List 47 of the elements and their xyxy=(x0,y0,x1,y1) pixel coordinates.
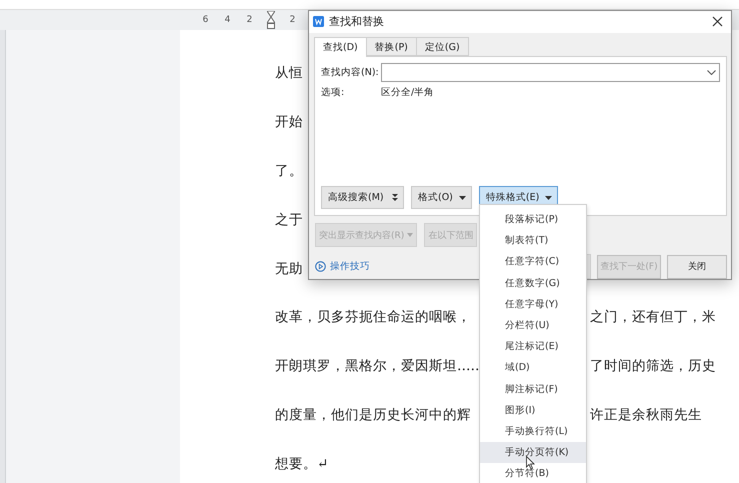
tab[interactable]: 定位(G) xyxy=(416,36,469,56)
format-button[interactable]: 格式(O) xyxy=(411,186,472,209)
document-text: 改革，贝多芬扼住命运的咽喉， xyxy=(275,308,471,326)
play-circle-icon xyxy=(315,261,326,272)
menu-item[interactable]: 分栏符(U) xyxy=(480,314,586,336)
field-label: 查找内容(N): xyxy=(321,66,380,79)
caret-icon xyxy=(545,196,552,200)
tab[interactable]: 替换(P) xyxy=(366,36,417,56)
document-text: 了。 xyxy=(275,162,303,180)
options-label: 选项: xyxy=(321,86,346,99)
menu-item[interactable]: 分节符(B) xyxy=(480,463,586,483)
menu-item[interactable]: 任意数字(G) xyxy=(480,272,586,294)
ruler-number: 2 xyxy=(288,15,296,25)
dialog-button[interactable]: 关闭 xyxy=(667,254,727,278)
menu-item[interactable]: 任意字母(Y) xyxy=(480,294,586,315)
menu-item[interactable]: 任意字符(C) xyxy=(480,251,586,273)
document-text: 许正是余秋雨先生 xyxy=(590,406,702,424)
ruler-number: 4 xyxy=(224,15,232,25)
window-title: 查找和替换 xyxy=(329,14,385,30)
options-value: 区分全/半角 xyxy=(381,86,434,99)
menu-item[interactable]: 图形(I) xyxy=(480,400,586,421)
double-caret-icon xyxy=(392,194,398,201)
menu-item[interactable]: 尾注标记(E) xyxy=(480,336,586,358)
menu-item[interactable]: 脚注标记(F) xyxy=(480,378,586,400)
menu-item[interactable]: 域(D) xyxy=(480,357,586,378)
document-text: 无助 xyxy=(275,260,303,278)
document-text: 了时间的筛选，历史 xyxy=(590,357,716,376)
tab[interactable]: 查找(D) xyxy=(314,36,367,57)
document-text: 从恒 xyxy=(275,64,303,82)
ruler-number: 6 xyxy=(202,15,210,25)
document-text: 的度量，他们是历史长河中的辉 xyxy=(275,406,471,424)
document-text: 想要。↵ xyxy=(275,454,328,473)
app-icon xyxy=(313,16,324,28)
ruler-number: 2 xyxy=(246,15,254,25)
menu-item[interactable]: 手动换行符(L) xyxy=(480,420,586,442)
menu-item[interactable]: 手动分页符(K) xyxy=(480,442,586,464)
chevron-down-icon xyxy=(707,70,716,75)
mouse-cursor-icon xyxy=(526,456,535,470)
caret-icon xyxy=(458,196,466,200)
document-text: 之于 xyxy=(275,210,303,229)
find-input-field[interactable] xyxy=(381,62,720,82)
caret-icon xyxy=(407,233,414,237)
format-button[interactable]: 高级搜索(M) xyxy=(321,186,404,209)
document-text: 之门，还有但丁，米 xyxy=(590,308,716,326)
menu-item[interactable]: 制表符(T) xyxy=(480,230,586,252)
document-text: 开始 xyxy=(275,113,303,132)
menu-item[interactable]: 段落标记(P) xyxy=(480,209,586,230)
